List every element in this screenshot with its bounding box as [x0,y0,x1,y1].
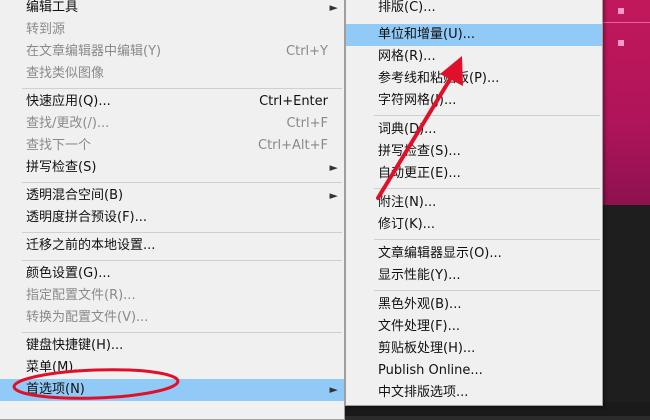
menu-item-find-next[interactable]: 查找下一个 Ctrl+Alt+F [0,135,344,157]
menu-item-label: 快速应用(Q)... [26,94,111,109]
menu-item-color-settings[interactable]: 颜色设置(G)... [0,263,344,285]
submenu-item-cjk-composition-options[interactable]: 中文排版选项... [346,382,602,404]
menu-item-label: 菜单(M)... [26,360,86,375]
menu-separator [22,332,342,333]
menu-item-convert-to-profile[interactable]: 转换为配置文件(V)... [0,307,344,329]
menu-item-edit-in-story-editor[interactable]: 在文章编辑器中编辑(Y) Ctrl+Y [0,41,344,63]
menu-item-edit-tools[interactable]: 编辑工具 ► [0,0,344,19]
menu-item-keyboard-shortcuts[interactable]: 键盘快捷键(H)... [0,335,344,357]
menu-item-label: 自动更正(E)... [378,166,461,181]
menu-separator [374,290,600,291]
submenu-item-display-performance[interactable]: 显示性能(Y)... [346,265,602,287]
canvas-guide [600,22,650,23]
menu-item-label: 转到源 [26,22,66,37]
menu-item-label: 文章编辑器显示(O)... [378,246,502,261]
menu-item-label: 查找下一个 [26,138,92,153]
menu-item-label: 首选项(N) [26,382,85,397]
menu-item-label: 透明混合空间(B) [26,188,124,203]
submenu-item-spelling[interactable]: 拼写检查(S)... [346,141,602,163]
menu-item-transparency-flattener-presets[interactable]: 透明度拼合预设(F)... [0,207,344,229]
menu-item-label: 参考线和粘贴板(P)... [378,71,500,86]
menu-item-spell-check[interactable]: 拼写检查(S) ► [0,157,344,179]
submenu-item-autocorrect[interactable]: 自动更正(E)... [346,163,602,185]
submenu-item-story-editor-display[interactable]: 文章编辑器显示(O)... [346,243,602,265]
menu-item-shortcut: Ctrl+F [286,116,328,131]
menu-item-shortcut: Ctrl+Enter [259,94,328,109]
chevron-right-icon: ► [329,1,338,14]
submenu-item-file-handling[interactable]: 文件处理(F)... [346,316,602,338]
menu-separator [22,88,342,89]
menu-item-label: 字符网格(J)... [378,93,457,108]
menu-item-go-to-source[interactable]: 转到源 [0,19,344,41]
menu-item-shortcut: Ctrl+Y [286,44,328,59]
submenu-item-clipboard-handling[interactable]: 剪贴板处理(H)... [346,338,602,360]
menu-item-label: 编辑工具 [26,0,79,15]
chevron-right-icon: ► [329,383,338,396]
menu-item-label: 排版(C)... [378,0,436,15]
menu-item-label: 单位和增量(U)... [378,27,476,42]
submenu-item-notes[interactable]: 附注(N)... [346,192,602,214]
edit-menu: 编辑工具 ► 转到源 在文章编辑器中编辑(Y) Ctrl+Y 查找类似图像 快速… [0,0,345,420]
menu-item-transparency-blend-space[interactable]: 透明混合空间(B) ► [0,185,344,207]
submenu-item-units-increments[interactable]: 单位和增量(U)... [346,24,602,46]
menu-item-label: 颜色设置(G)... [26,266,111,281]
menu-item-label: 文件处理(F)... [378,319,461,334]
menu-item-label: 查找/更改(/)... [26,116,110,131]
menu-item-label: 修订(K)... [378,217,436,232]
menu-separator [374,115,600,116]
submenu-item-track-changes[interactable]: 修订(K)... [346,214,602,236]
menu-item-label: 查找类似图像 [26,66,105,81]
menu-item-find-similar-images[interactable]: 查找类似图像 [0,63,344,85]
submenu-item-appearance-of-black[interactable]: 黑色外观(B)... [346,294,602,316]
menu-item-assign-profiles[interactable]: 指定配置文件(R)... [0,285,344,307]
submenu-item-composition[interactable]: 排版(C)... [346,0,602,19]
menu-separator [22,182,342,183]
menu-item-label: 剪贴板处理(H)... [378,341,476,356]
menu-item-migrate-local-settings[interactable]: 迁移之前的本地设置... [0,235,344,257]
menu-separator [22,232,342,233]
chevron-right-icon: ► [329,189,338,202]
document-canvas [600,0,650,205]
menu-item-label: 黑色外观(B)... [378,297,462,312]
canvas-marker [618,40,624,46]
menu-item-quick-apply[interactable]: 快速应用(Q)... Ctrl+Enter [0,91,344,113]
menu-item-label: 拼写检查(S) [26,160,97,175]
menu-item-label: 透明度拼合预设(F)... [26,210,148,225]
menu-item-label: 网格(R)... [378,49,436,64]
menu-item-label: 键盘快捷键(H)... [26,338,124,353]
menu-item-label: 中文排版选项... [378,385,469,400]
menu-separator [374,239,600,240]
menu-item-label: 显示性能(Y)... [378,268,461,283]
menu-item-label: 指定配置文件(R)... [26,288,136,303]
chevron-right-icon: ► [329,161,338,174]
submenu-item-dictionary[interactable]: 词典(D)... [346,119,602,141]
menu-item-label: 迁移之前的本地设置... [26,238,156,253]
menu-item-label: 在文章编辑器中编辑(Y) [26,44,162,59]
canvas-marker [618,8,624,14]
menu-item-label: 拼写检查(S)... [378,144,461,159]
menu-item-label: 转换为配置文件(V)... [26,310,149,325]
menu-item-menus[interactable]: 菜单(M)... [0,357,344,379]
menu-item-find-change[interactable]: 查找/更改(/)... Ctrl+F [0,113,344,135]
menu-item-shortcut: Ctrl+Alt+F [258,138,328,153]
submenu-item-publish-online[interactable]: Publish Online... [346,360,602,382]
menu-separator [374,188,600,189]
menu-item-label: 附注(N)... [378,195,437,210]
menu-item-label: Publish Online... [378,363,483,378]
menu-separator [22,260,342,261]
submenu-item-grids[interactable]: 网格(R)... [346,46,602,68]
submenu-item-guides-pasteboard[interactable]: 参考线和粘贴板(P)... [346,68,602,90]
menu-item-preferences[interactable]: 首选项(N) ► [0,379,344,401]
menu-item-label: 词典(D)... [378,122,437,137]
submenu-item-character-grid[interactable]: 字符网格(J)... [346,90,602,112]
preferences-submenu: 排版(C)... 单位和增量(U)... 网格(R)... 参考线和粘贴板(P)… [345,0,603,406]
